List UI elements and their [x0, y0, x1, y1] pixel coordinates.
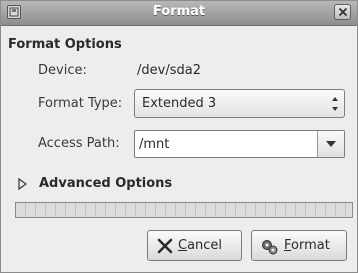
format-type-label: Format Type: — [38, 96, 123, 111]
format-gears-icon — [262, 240, 278, 255]
format-type-select[interactable]: Extended 3 — [134, 89, 345, 118]
expander-arrow-icon — [18, 178, 27, 190]
format-dialog: Format Format Options Device: /dev/sda2 … — [0, 0, 358, 273]
device-label: Device: — [38, 63, 87, 78]
access-path-input[interactable]: /mnt — [139, 137, 169, 152]
access-path-label: Access Path: — [38, 136, 120, 151]
progress-bar — [15, 202, 353, 218]
title-bar[interactable]: Format — [1, 1, 357, 26]
close-icon — [338, 7, 348, 17]
section-title: Format Options — [8, 37, 122, 52]
cancel-button[interactable]: Cancel — [147, 230, 242, 261]
updown-arrows-icon — [332, 97, 338, 111]
cancel-icon — [157, 238, 173, 254]
device-value: /dev/sda2 — [137, 63, 201, 78]
close-button[interactable] — [334, 4, 351, 20]
advanced-options-label: Advanced Options — [39, 176, 173, 191]
access-path-dropdown-button[interactable] — [317, 131, 344, 157]
format-label: Format — [284, 238, 330, 253]
window-title: Format — [152, 4, 206, 19]
chevron-down-icon — [326, 141, 336, 147]
format-button[interactable]: Format — [251, 230, 347, 261]
access-path-combo[interactable]: /mnt — [134, 130, 345, 158]
format-type-value: Extended 3 — [142, 96, 217, 111]
cancel-label: Cancel — [178, 238, 223, 253]
